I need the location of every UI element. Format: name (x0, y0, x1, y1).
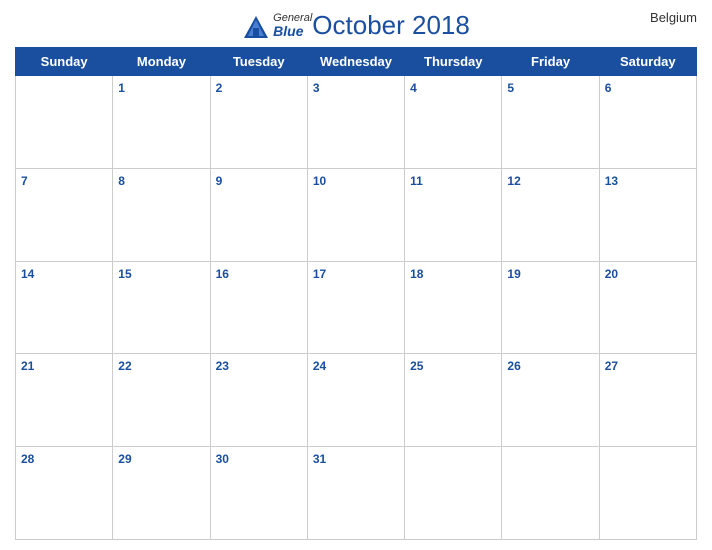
day-number-8: 8 (118, 174, 125, 188)
calendar-header: General Blue October 2018 Belgium (15, 10, 697, 41)
day-cell-29: 29 (113, 447, 210, 540)
day-cell-30: 30 (210, 447, 307, 540)
day-number-28: 28 (21, 452, 34, 466)
day-cell-23: 23 (210, 354, 307, 447)
day-number-11: 11 (410, 174, 423, 188)
day-cell-21: 21 (16, 354, 113, 447)
empty-cell (16, 76, 113, 169)
day-cell-14: 14 (16, 261, 113, 354)
day-cell-19: 19 (502, 261, 599, 354)
day-cell-27: 27 (599, 354, 696, 447)
week-row-4: 21 22 23 24 25 26 27 (16, 354, 697, 447)
header-wednesday: Wednesday (307, 48, 404, 76)
day-cell-17: 17 (307, 261, 404, 354)
day-cell-31: 31 (307, 447, 404, 540)
empty-cell (599, 447, 696, 540)
empty-cell (502, 447, 599, 540)
day-number-21: 21 (21, 359, 34, 373)
day-number-19: 19 (507, 267, 520, 281)
day-cell-7: 7 (16, 168, 113, 261)
empty-cell (405, 447, 502, 540)
day-number-7: 7 (21, 174, 28, 188)
weekday-header-row: Sunday Monday Tuesday Wednesday Thursday… (16, 48, 697, 76)
day-number-30: 30 (216, 452, 229, 466)
day-cell-15: 15 (113, 261, 210, 354)
day-cell-13: 13 (599, 168, 696, 261)
week-row-5: 28 29 30 31 (16, 447, 697, 540)
logo: General Blue (242, 12, 312, 39)
day-number-15: 15 (118, 267, 131, 281)
day-number-6: 6 (605, 81, 612, 95)
header-sunday: Sunday (16, 48, 113, 76)
header-tuesday: Tuesday (210, 48, 307, 76)
day-cell-28: 28 (16, 447, 113, 540)
day-number-20: 20 (605, 267, 618, 281)
day-cell-3: 3 (307, 76, 404, 169)
day-number-16: 16 (216, 267, 229, 281)
header-monday: Monday (113, 48, 210, 76)
day-number-29: 29 (118, 452, 131, 466)
day-number-27: 27 (605, 359, 618, 373)
calendar-title: October 2018 (312, 10, 470, 41)
day-number-17: 17 (313, 267, 326, 281)
logo-icon (242, 14, 270, 36)
header-thursday: Thursday (405, 48, 502, 76)
day-cell-4: 4 (405, 76, 502, 169)
week-row-2: 7 8 9 10 11 12 13 (16, 168, 697, 261)
day-number-18: 18 (410, 267, 423, 281)
day-cell-2: 2 (210, 76, 307, 169)
day-number-12: 12 (507, 174, 520, 188)
day-cell-10: 10 (307, 168, 404, 261)
day-number-26: 26 (507, 359, 520, 373)
day-cell-1: 1 (113, 76, 210, 169)
day-cell-25: 25 (405, 354, 502, 447)
day-cell-11: 11 (405, 168, 502, 261)
day-number-5: 5 (507, 81, 514, 95)
day-number-9: 9 (216, 174, 223, 188)
day-cell-16: 16 (210, 261, 307, 354)
day-cell-6: 6 (599, 76, 696, 169)
calendar-container: General Blue October 2018 Belgium Sunday… (0, 0, 712, 550)
day-cell-8: 8 (113, 168, 210, 261)
day-cell-18: 18 (405, 261, 502, 354)
day-number-24: 24 (313, 359, 326, 373)
day-number-14: 14 (21, 267, 34, 281)
day-cell-24: 24 (307, 354, 404, 447)
calendar-table: Sunday Monday Tuesday Wednesday Thursday… (15, 47, 697, 540)
week-row-3: 14 15 16 17 18 19 20 (16, 261, 697, 354)
header-friday: Friday (502, 48, 599, 76)
day-cell-12: 12 (502, 168, 599, 261)
day-number-10: 10 (313, 174, 326, 188)
week-row-1: 1 2 3 4 5 6 (16, 76, 697, 169)
day-number-2: 2 (216, 81, 223, 95)
day-cell-9: 9 (210, 168, 307, 261)
country-label: Belgium (650, 10, 697, 25)
day-number-4: 4 (410, 81, 417, 95)
day-cell-26: 26 (502, 354, 599, 447)
day-number-23: 23 (216, 359, 229, 373)
day-cell-5: 5 (502, 76, 599, 169)
day-cell-20: 20 (599, 261, 696, 354)
day-number-3: 3 (313, 81, 320, 95)
day-number-22: 22 (118, 359, 131, 373)
day-number-31: 31 (313, 452, 326, 466)
logo-blue-text: Blue (273, 24, 312, 39)
day-number-13: 13 (605, 174, 618, 188)
header-saturday: Saturday (599, 48, 696, 76)
logo-text: General Blue (273, 12, 312, 39)
day-cell-22: 22 (113, 354, 210, 447)
day-number-1: 1 (118, 81, 125, 95)
day-number-25: 25 (410, 359, 423, 373)
